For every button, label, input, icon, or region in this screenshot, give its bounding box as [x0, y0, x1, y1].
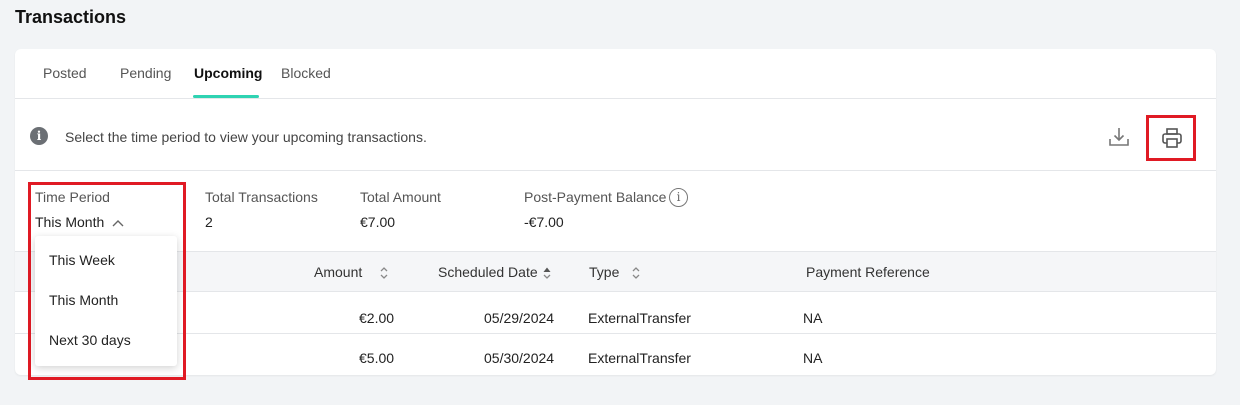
row-date: 05/30/2024	[484, 350, 555, 366]
row-reference: NA	[803, 350, 823, 366]
tab-posted[interactable]: Posted	[43, 65, 87, 81]
balance-info-icon[interactable]: i	[669, 188, 688, 207]
row-reference: NA	[803, 310, 823, 326]
time-period-dropdown: This Week This Month Next 30 days	[35, 236, 177, 366]
tab-bar: Posted Pending Upcoming Blocked	[15, 49, 1216, 99]
total-transactions-value: 2	[205, 214, 213, 230]
total-amount-label: Total Amount	[360, 189, 441, 205]
total-transactions-label: Total Transactions	[205, 189, 318, 205]
post-payment-balance-label: Post-Payment Balance	[524, 189, 667, 205]
table-header: Amount Scheduled Date Type Payment Refer…	[15, 251, 1216, 292]
transactions-card: Posted Pending Upcoming Blocked i Select…	[15, 49, 1216, 375]
dropdown-option-this-month[interactable]: This Month	[49, 292, 118, 308]
printer-icon[interactable]	[1161, 127, 1183, 149]
row-date: 05/29/2024	[484, 310, 555, 326]
page-title: Transactions	[15, 7, 127, 27]
summary-section: Time Period This Month Total Transaction…	[15, 171, 1216, 251]
info-icon: i	[30, 127, 48, 145]
post-payment-balance-value: -€7.00	[524, 214, 564, 230]
info-bar: i Select the time period to view your up…	[15, 99, 1216, 171]
dropdown-option-next-30-days[interactable]: Next 30 days	[49, 332, 131, 348]
total-amount-value: €7.00	[360, 214, 396, 230]
sort-ascending-icon[interactable]	[542, 266, 552, 280]
sort-icon[interactable]	[631, 266, 641, 280]
column-payment-reference: Payment Reference	[806, 264, 930, 280]
info-text: Select the time period to view your upco…	[65, 129, 427, 145]
active-tab-indicator	[193, 95, 259, 98]
tab-pending[interactable]: Pending	[120, 65, 171, 81]
row-amount: €2.00	[359, 310, 395, 326]
table-row[interactable]: €5.00 05/30/2024 ExternalTransfer NA	[15, 335, 1216, 375]
dropdown-option-this-week[interactable]: This Week	[49, 252, 115, 268]
sort-icon[interactable]	[379, 266, 389, 280]
row-amount: €5.00	[359, 350, 395, 366]
row-type: ExternalTransfer	[588, 350, 691, 366]
column-type[interactable]: Type	[589, 264, 619, 280]
column-scheduled-date[interactable]: Scheduled Date	[438, 264, 538, 280]
tab-upcoming[interactable]: Upcoming	[194, 65, 262, 81]
print-highlight-box	[1146, 115, 1196, 161]
column-amount[interactable]: Amount	[314, 264, 362, 280]
download-icon[interactable]	[1108, 126, 1130, 148]
row-type: ExternalTransfer	[588, 310, 691, 326]
table-row[interactable]: €2.00 05/29/2024 ExternalTransfer NA	[15, 293, 1216, 334]
tab-blocked[interactable]: Blocked	[281, 65, 331, 81]
